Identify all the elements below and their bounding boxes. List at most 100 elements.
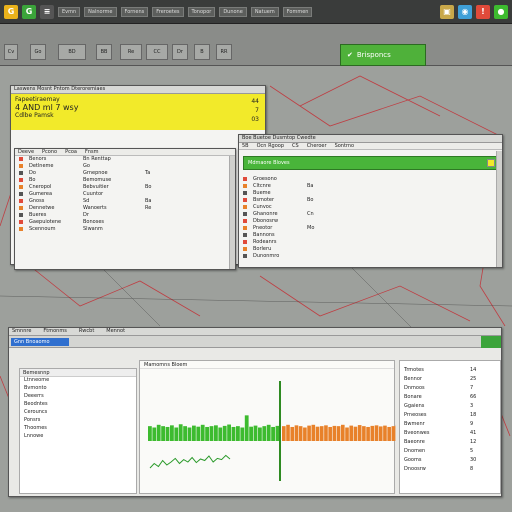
list-item[interactable]: Dennetwe Wanoerts Re — [15, 205, 235, 212]
green-bar — [236, 426, 240, 441]
menu-item[interactable]: Sontrno — [335, 143, 355, 149]
primary-action-button[interactable]: ✔ Brisponcs — [340, 44, 426, 66]
menu-icon[interactable]: ≡ — [40, 4, 54, 19]
list-item[interactable]: Ghanonre Cn — [239, 211, 502, 218]
active-tab[interactable]: Gnn Bnoaomo — [11, 338, 69, 346]
list-item[interactable]: Bveonwes 41 — [400, 430, 500, 439]
cell-b: Go — [83, 163, 90, 169]
list-item[interactable]: Gooms 30 — [400, 457, 500, 466]
cell-a: Borleru — [253, 246, 272, 252]
green-bar — [214, 425, 218, 441]
toolbar-button[interactable]: Go — [30, 44, 46, 60]
taskbar-item[interactable]: Dunone — [219, 6, 247, 17]
window-tab[interactable]: Smnnre — [12, 328, 31, 335]
list-item[interactable]: Rodeanrs — [239, 239, 502, 246]
menu-item[interactable]: Ocn Rgoop — [257, 143, 284, 149]
list-item[interactable]: Dbonosrw — [239, 218, 502, 225]
toolbar-button[interactable]: BB — [96, 44, 112, 60]
list-item[interactable]: Dnomen 5 — [400, 448, 500, 457]
list-item[interactable]: Bsmoter Bo — [239, 197, 502, 204]
list-item[interactable]: Bo Bemomuse — [15, 177, 235, 184]
list-item[interactable]: Ggaiens 3 — [400, 403, 500, 412]
sidebar-item[interactable]: Lnnowe — [20, 433, 136, 441]
alert-icon[interactable]: ! — [476, 4, 490, 19]
green-bar — [178, 424, 183, 441]
list-item[interactable]: Bennor 25 — [400, 376, 500, 385]
menu-item[interactable]: CS — [292, 143, 299, 149]
taskbar-item[interactable]: Natuem — [250, 6, 279, 17]
taskbar-item[interactable]: Evmn — [58, 6, 81, 17]
menu-item[interactable]: 5B — [242, 143, 249, 149]
window-tab[interactable]: Ftmonms — [43, 328, 66, 335]
taskbar-item[interactable]: Nalnorme — [84, 6, 117, 17]
list-item[interactable]: Cunvoc — [239, 204, 502, 211]
sidebar-item[interactable]: Thoomes — [20, 425, 136, 433]
window-right[interactable]: Boe Buetoe Dusmtop Cwedte 5B Ocn Rgoop C… — [238, 134, 503, 268]
taskbar-item[interactable]: Freroetes — [152, 6, 184, 17]
list-item[interactable]: Benors Bn Renttap — [15, 156, 235, 163]
taskbar-item[interactable]: Tonopor — [187, 6, 216, 17]
list-item[interactable]: Dnmoos 7 — [400, 385, 500, 394]
window-bottom[interactable]: Smnnre Ftmonms Rwcbt Mennot Gnn Bnoaomo … — [8, 327, 502, 497]
green-bar — [196, 426, 201, 441]
status-icon[interactable]: ● — [494, 4, 508, 19]
sidebar-item[interactable]: Deeerrs — [20, 393, 136, 401]
toolbar-button[interactable]: Dr — [172, 44, 188, 60]
list-item[interactable]: Gaepuiotene Bonoses — [15, 219, 235, 226]
list-item[interactable]: Dnoosrw 8 — [400, 466, 500, 475]
list-item[interactable]: Trmotes 14 — [400, 367, 500, 376]
orange-bar — [366, 426, 370, 441]
taskbar-item[interactable]: Fornens — [120, 6, 149, 17]
app-icon-yellow[interactable]: G — [4, 4, 18, 19]
green-bar — [209, 426, 214, 441]
globe-icon[interactable]: ◉ — [458, 4, 472, 19]
window-list-left[interactable]: Deeve Pcono Pcoa Fnsm Benors Bn Renttap De… — [14, 148, 236, 270]
menu-item[interactable]: Cheroer — [307, 143, 327, 149]
list-item[interactable]: Gumerea Cuuntor — [15, 191, 235, 198]
menu-item[interactable]: Pcoa — [65, 149, 77, 155]
cell-b — [307, 218, 363, 225]
list-item[interactable]: Detlneme Go — [15, 163, 235, 170]
toolbar-button[interactable]: CC — [146, 44, 168, 60]
list-item[interactable]: Groesono — [239, 176, 502, 183]
sidebar-item[interactable]: Bvmonto — [20, 385, 136, 393]
list-item[interactable]: Cneropol Bebvuitier Bo — [15, 184, 235, 191]
list-item[interactable]: Bwmenr 9 — [400, 421, 500, 430]
app-icon-green[interactable]: G — [22, 4, 36, 19]
list-item[interactable]: Scennoum Slwanm — [15, 226, 235, 233]
folder-icon[interactable]: ▣ — [440, 4, 454, 19]
taskbar-item[interactable]: Fommen — [282, 6, 313, 17]
list-item[interactable]: Baeonre 12 — [400, 439, 500, 448]
list-item[interactable]: Bannons — [239, 232, 502, 239]
window-tab[interactable]: Rwcbt — [79, 328, 94, 335]
cell-a: Benors — [29, 156, 47, 162]
menu-item[interactable]: Fnsm — [85, 149, 99, 155]
list-item[interactable]: Do Grnepnoe Ta — [15, 170, 235, 177]
list-item[interactable]: Borleru — [239, 246, 502, 253]
list-item[interactable]: Gnoss Sd Ba — [15, 198, 235, 205]
list-item[interactable]: Prneoses 18 — [400, 412, 500, 421]
sidebar-item[interactable]: Cerouncs — [20, 409, 136, 417]
toolbar-button[interactable]: B — [194, 44, 210, 60]
window-tab[interactable]: Mennot — [106, 328, 125, 335]
scrollbar[interactable] — [496, 151, 502, 267]
menu-item[interactable]: Pcono — [42, 149, 57, 155]
list-item[interactable]: Bonare 66 — [400, 394, 500, 403]
toolbar-button[interactable]: RR — [216, 44, 232, 60]
list-item[interactable]: Bueres Dr — [15, 212, 235, 219]
menu-item[interactable]: Deeve — [18, 149, 34, 155]
toolbar-button[interactable]: BD — [58, 44, 86, 60]
sidebar-item[interactable]: Ltnneome — [20, 377, 136, 385]
list-item[interactable]: Dunonmro — [239, 253, 502, 260]
sidebar-item[interactable]: Ponsrs — [20, 417, 136, 425]
scrollbar[interactable] — [229, 156, 235, 269]
list-item[interactable]: Pneotor Mo — [239, 225, 502, 232]
toolbar-button[interactable]: Cv — [4, 44, 18, 60]
sidebar-item[interactable]: Beodntes — [20, 401, 136, 409]
list-item[interactable]: Cltcnre Ba — [239, 183, 502, 190]
warning-icon[interactable] — [487, 159, 495, 167]
list-item[interactable]: Bueme — [239, 190, 502, 197]
green-corner-icon[interactable] — [481, 336, 501, 348]
toolbar-button[interactable]: Re — [120, 44, 142, 60]
status-icon — [243, 184, 247, 188]
